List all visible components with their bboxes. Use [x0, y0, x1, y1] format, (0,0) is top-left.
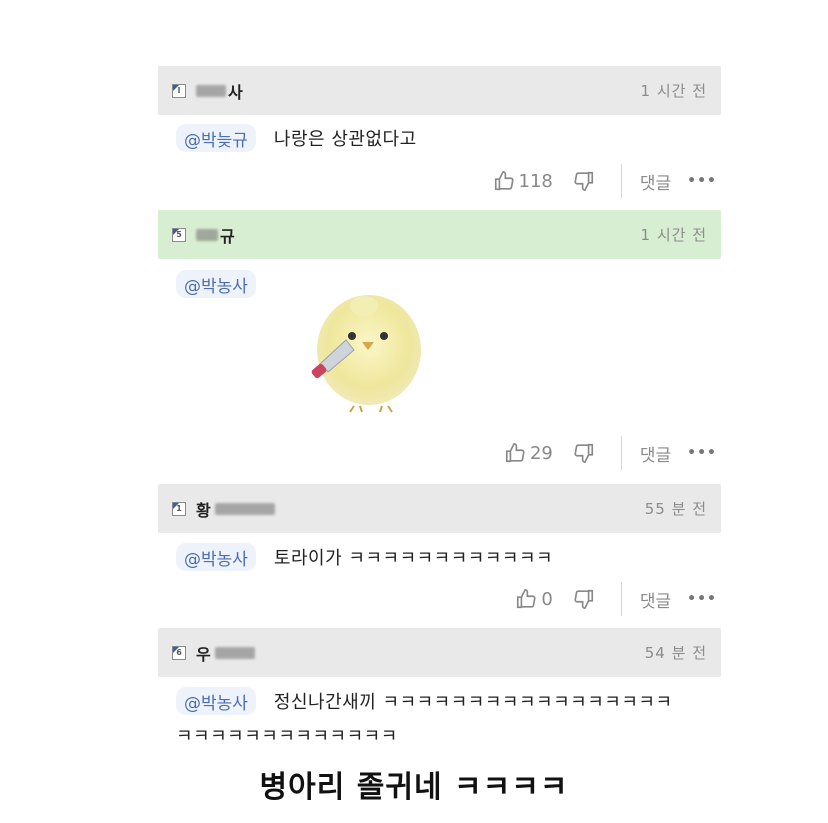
mention-tag[interactable]: @박농사: [176, 270, 256, 298]
comment-body: @박농사 토라이가 ㅋㅋㅋㅋㅋㅋㅋㅋㅋㅋㅋㅋ: [176, 543, 553, 571]
comment-actions: 118 댓글 •••: [493, 164, 718, 198]
more-options-icon[interactable]: •••: [687, 445, 717, 461]
comment-header-highlighted: 5 규 1 시간 전: [158, 210, 721, 259]
level-badge: 6: [172, 645, 186, 660]
comment-actions: 29 댓글 •••: [504, 436, 717, 470]
thumbs-down-icon: [574, 171, 593, 191]
comment-text: 토라이가 ㅋㅋㅋㅋㅋㅋㅋㅋㅋㅋㅋㅋ: [273, 548, 554, 569]
timestamp: 1 시간 전: [640, 226, 707, 244]
username[interactable]: 황: [196, 497, 277, 521]
timestamp: 55 분 전: [644, 500, 707, 518]
like-button[interactable]: 118: [493, 170, 553, 192]
comment-text: 정신나간새끼 ㅋㅋㅋㅋㅋㅋㅋㅋㅋㅋㅋㅋㅋㅋㅋㅋㅋ: [273, 692, 673, 713]
thumbs-up-icon: [517, 589, 536, 609]
dislike-button[interactable]: [573, 588, 595, 610]
dislike-button[interactable]: [573, 170, 595, 192]
comment-actions: 0 댓글 •••: [515, 582, 717, 616]
username[interactable]: 규: [196, 223, 235, 247]
dislike-button[interactable]: [573, 442, 595, 464]
comment-header: 1 황 55 분 전: [158, 484, 721, 533]
reply-button[interactable]: 댓글: [640, 169, 671, 194]
timestamp: 1 시간 전: [640, 82, 707, 100]
thumbs-up-icon: [494, 171, 514, 191]
username[interactable]: 사: [196, 79, 243, 103]
like-button[interactable]: 29: [504, 442, 553, 464]
like-button[interactable]: 0: [515, 588, 553, 610]
level-badge: 5: [172, 227, 186, 242]
comment-body: @박농사 정신나간새끼 ㅋㅋㅋㅋㅋㅋㅋㅋㅋㅋㅋㅋㅋㅋㅋㅋㅋ: [176, 687, 673, 715]
reply-button[interactable]: 댓글: [640, 441, 671, 466]
mention-tag[interactable]: @박농사: [176, 543, 256, 571]
mention-tag[interactable]: @박늦규: [176, 124, 256, 152]
more-options-icon[interactable]: •••: [687, 173, 717, 189]
blurred-name: [196, 84, 226, 97]
comment-body: @박농사: [176, 270, 256, 298]
thumbs-up-icon: [505, 443, 525, 463]
blurred-name: [214, 646, 255, 659]
comment-header: l 사 1 시간 전: [158, 66, 721, 115]
thumbs-down-icon: [574, 443, 593, 463]
username[interactable]: 우: [196, 641, 257, 665]
blurred-name: [214, 502, 275, 515]
comment-text-continued: ㅋㅋㅋㅋㅋㅋㅋㅋㅋㅋㅋㅋㅋ: [176, 726, 398, 747]
thumbs-down-icon: [574, 589, 593, 609]
more-options-icon[interactable]: •••: [687, 591, 717, 607]
divider: [620, 436, 622, 470]
meme-caption: 병아리 졸귀네 ㅋㅋㅋㅋ: [259, 770, 569, 805]
blurred-name: [196, 228, 218, 241]
chick-with-knife-image: [311, 295, 421, 413]
comment-body: @박늦규 나랑은 상관없다고: [176, 124, 417, 152]
page: { "comments": [ { "level": "l", "nick_su…: [0, 0, 828, 823]
timestamp: 54 분 전: [644, 644, 707, 662]
mention-tag[interactable]: @박농사: [176, 687, 256, 715]
comment-header: 6 우 54 분 전: [158, 628, 721, 677]
comment-text: 나랑은 상관없다고: [273, 129, 417, 150]
level-badge: l: [172, 83, 186, 98]
reply-button[interactable]: 댓글: [640, 587, 671, 612]
divider: [620, 582, 622, 616]
divider: [620, 164, 622, 198]
level-badge: 1: [172, 501, 186, 516]
